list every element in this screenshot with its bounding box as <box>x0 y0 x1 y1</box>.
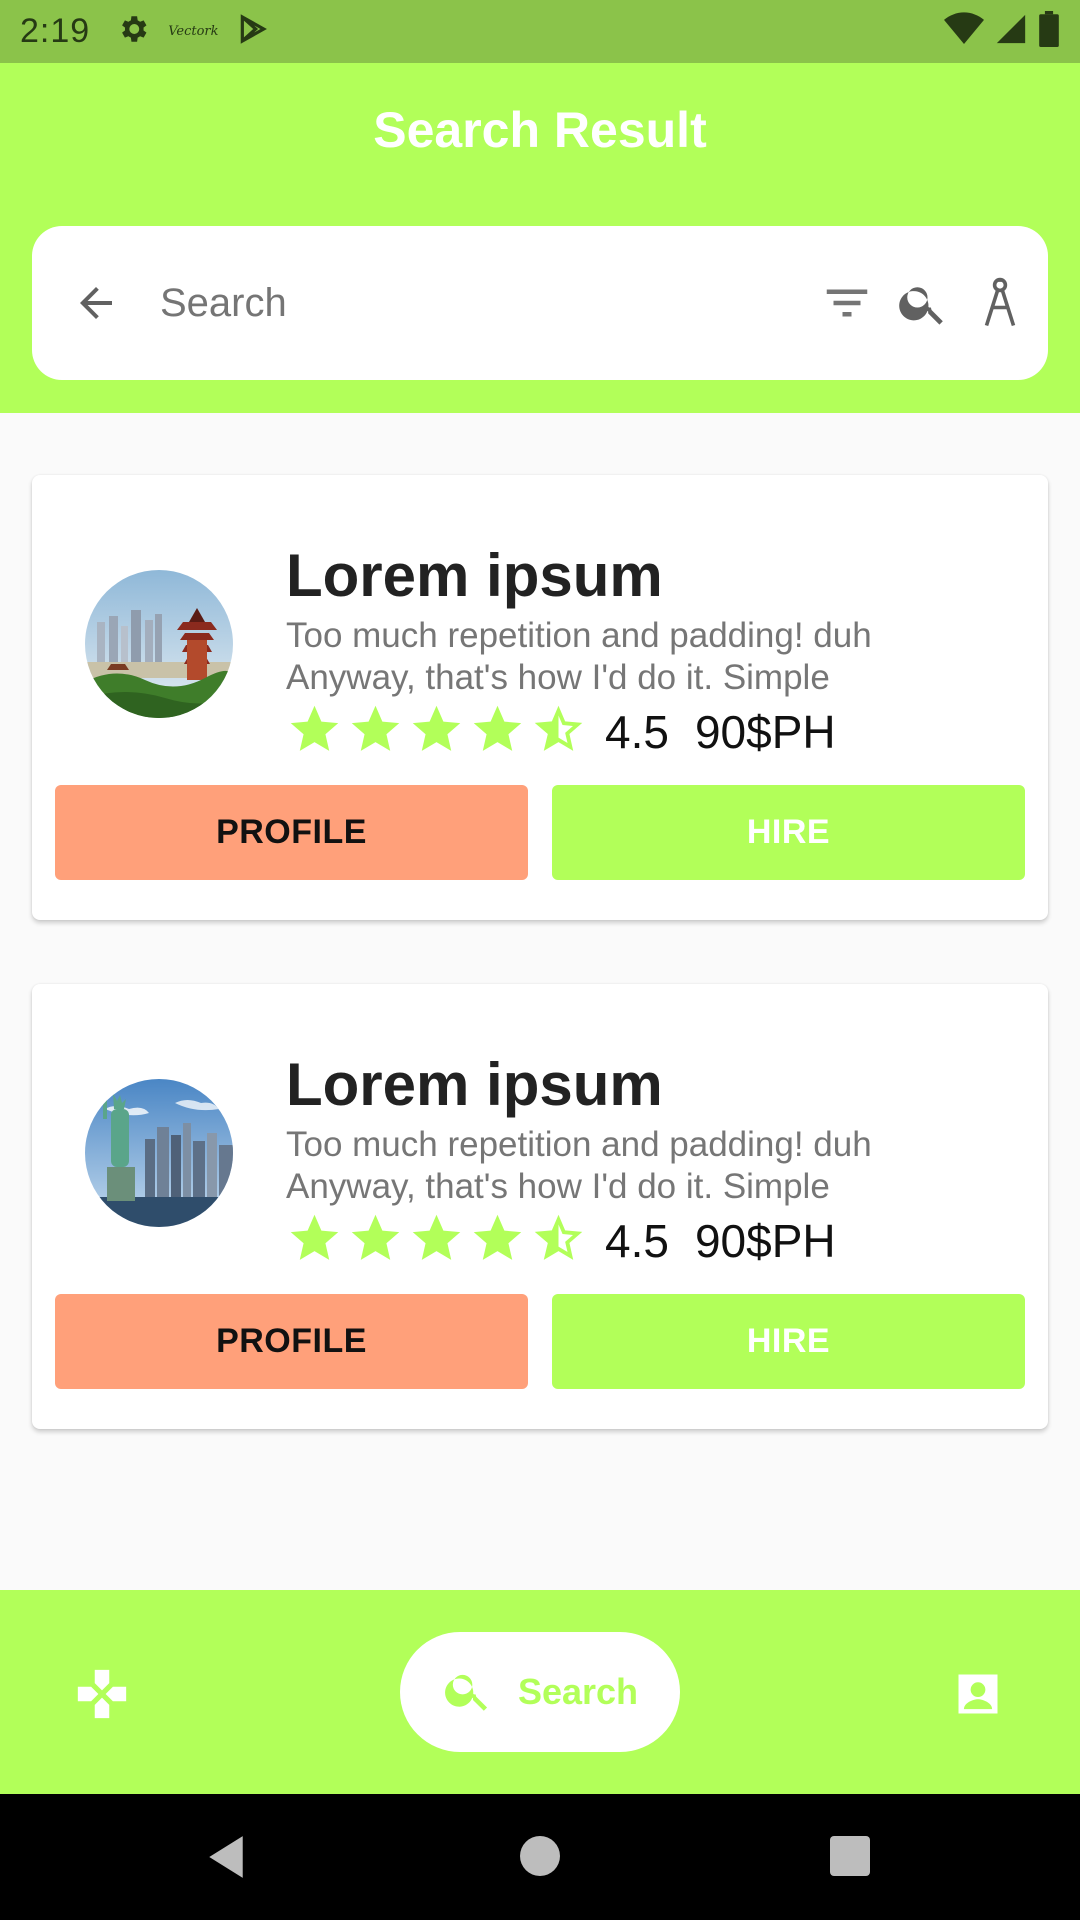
description-line: Anyway, that's how I'd do it. Simple <box>286 1167 830 1206</box>
hire-button[interactable]: HIRE <box>552 1294 1025 1389</box>
nav-item-label: Search <box>517 1671 639 1712</box>
star-rating <box>286 1210 587 1272</box>
rating-value: 4.5 <box>605 706 669 758</box>
star-icon <box>408 1210 465 1272</box>
gear-icon <box>116 12 150 51</box>
filter-icon[interactable] <box>820 276 874 330</box>
description-line: Too much repetition and padding! duh <box>286 616 872 655</box>
star-icon <box>286 701 343 763</box>
star-half-icon <box>530 1210 587 1272</box>
star-icon <box>347 701 404 763</box>
star-rating <box>286 701 587 763</box>
system-navigation-bar <box>0 1794 1080 1920</box>
search-icon <box>442 1664 494 1721</box>
back-arrow-icon[interactable] <box>72 279 120 327</box>
rating-row: 4.5 90$PH <box>286 1210 836 1272</box>
status-bar: 2:19 Vectork <box>0 0 1080 63</box>
card-description: Too much repetition and padding! duh Any… <box>286 615 986 699</box>
page-title: Search Result <box>373 102 707 158</box>
play-store-icon <box>237 13 269 50</box>
description-line: Too much repetition and padding! duh <box>286 1125 872 1164</box>
rating-value: 4.5 <box>605 1215 669 1267</box>
card-description: Too much repetition and padding! duh Any… <box>286 1124 986 1208</box>
contact-icon[interactable] <box>952 1668 1004 1725</box>
avatar <box>85 570 233 718</box>
star-icon <box>347 1210 404 1272</box>
description-line: Anyway, that's how I'd do it. Simple <box>286 658 830 697</box>
status-time: 2:19 <box>20 12 91 50</box>
hire-button[interactable]: HIRE <box>552 785 1025 880</box>
hourly-rate: 90$PH <box>694 1215 836 1267</box>
profile-button[interactable]: PROFILE <box>55 785 528 880</box>
search-input[interactable] <box>160 280 820 326</box>
bottom-navigation: Search <box>0 1590 1080 1794</box>
gamepad-icon[interactable] <box>73 1665 131 1728</box>
system-back-icon[interactable] <box>205 1834 247 1885</box>
battery-icon <box>1038 11 1060 52</box>
star-icon <box>469 1210 526 1272</box>
rating-row: 4.5 90$PH <box>286 701 836 763</box>
profile-button[interactable]: PROFILE <box>55 1294 528 1389</box>
cell-signal-icon <box>994 12 1028 51</box>
avatar <box>85 1079 233 1227</box>
search-bar <box>32 226 1048 380</box>
nav-item-search[interactable]: Search <box>400 1632 680 1752</box>
star-icon <box>469 701 526 763</box>
star-icon <box>286 1210 343 1272</box>
hourly-rate: 90$PH <box>694 706 836 758</box>
result-card: Lorem ipsum Too much repetition and padd… <box>32 984 1048 1429</box>
status-right-icons <box>944 11 1060 52</box>
system-home-icon[interactable] <box>520 1836 560 1876</box>
search-icon[interactable] <box>896 276 950 330</box>
brand-logo: Vectork <box>168 24 219 39</box>
status-left-icons: Vectork <box>116 12 268 51</box>
star-icon <box>408 701 465 763</box>
result-card: Lorem ipsum Too much repetition and padd… <box>32 475 1048 920</box>
system-recents-icon[interactable] <box>830 1836 870 1876</box>
wifi-icon <box>944 12 984 51</box>
compass-icon[interactable] <box>980 276 1020 330</box>
card-title: Lorem ipsum <box>286 1051 663 1118</box>
star-half-icon <box>530 701 587 763</box>
card-title: Lorem ipsum <box>286 542 663 609</box>
app-bar: Search Result <box>0 63 1080 413</box>
